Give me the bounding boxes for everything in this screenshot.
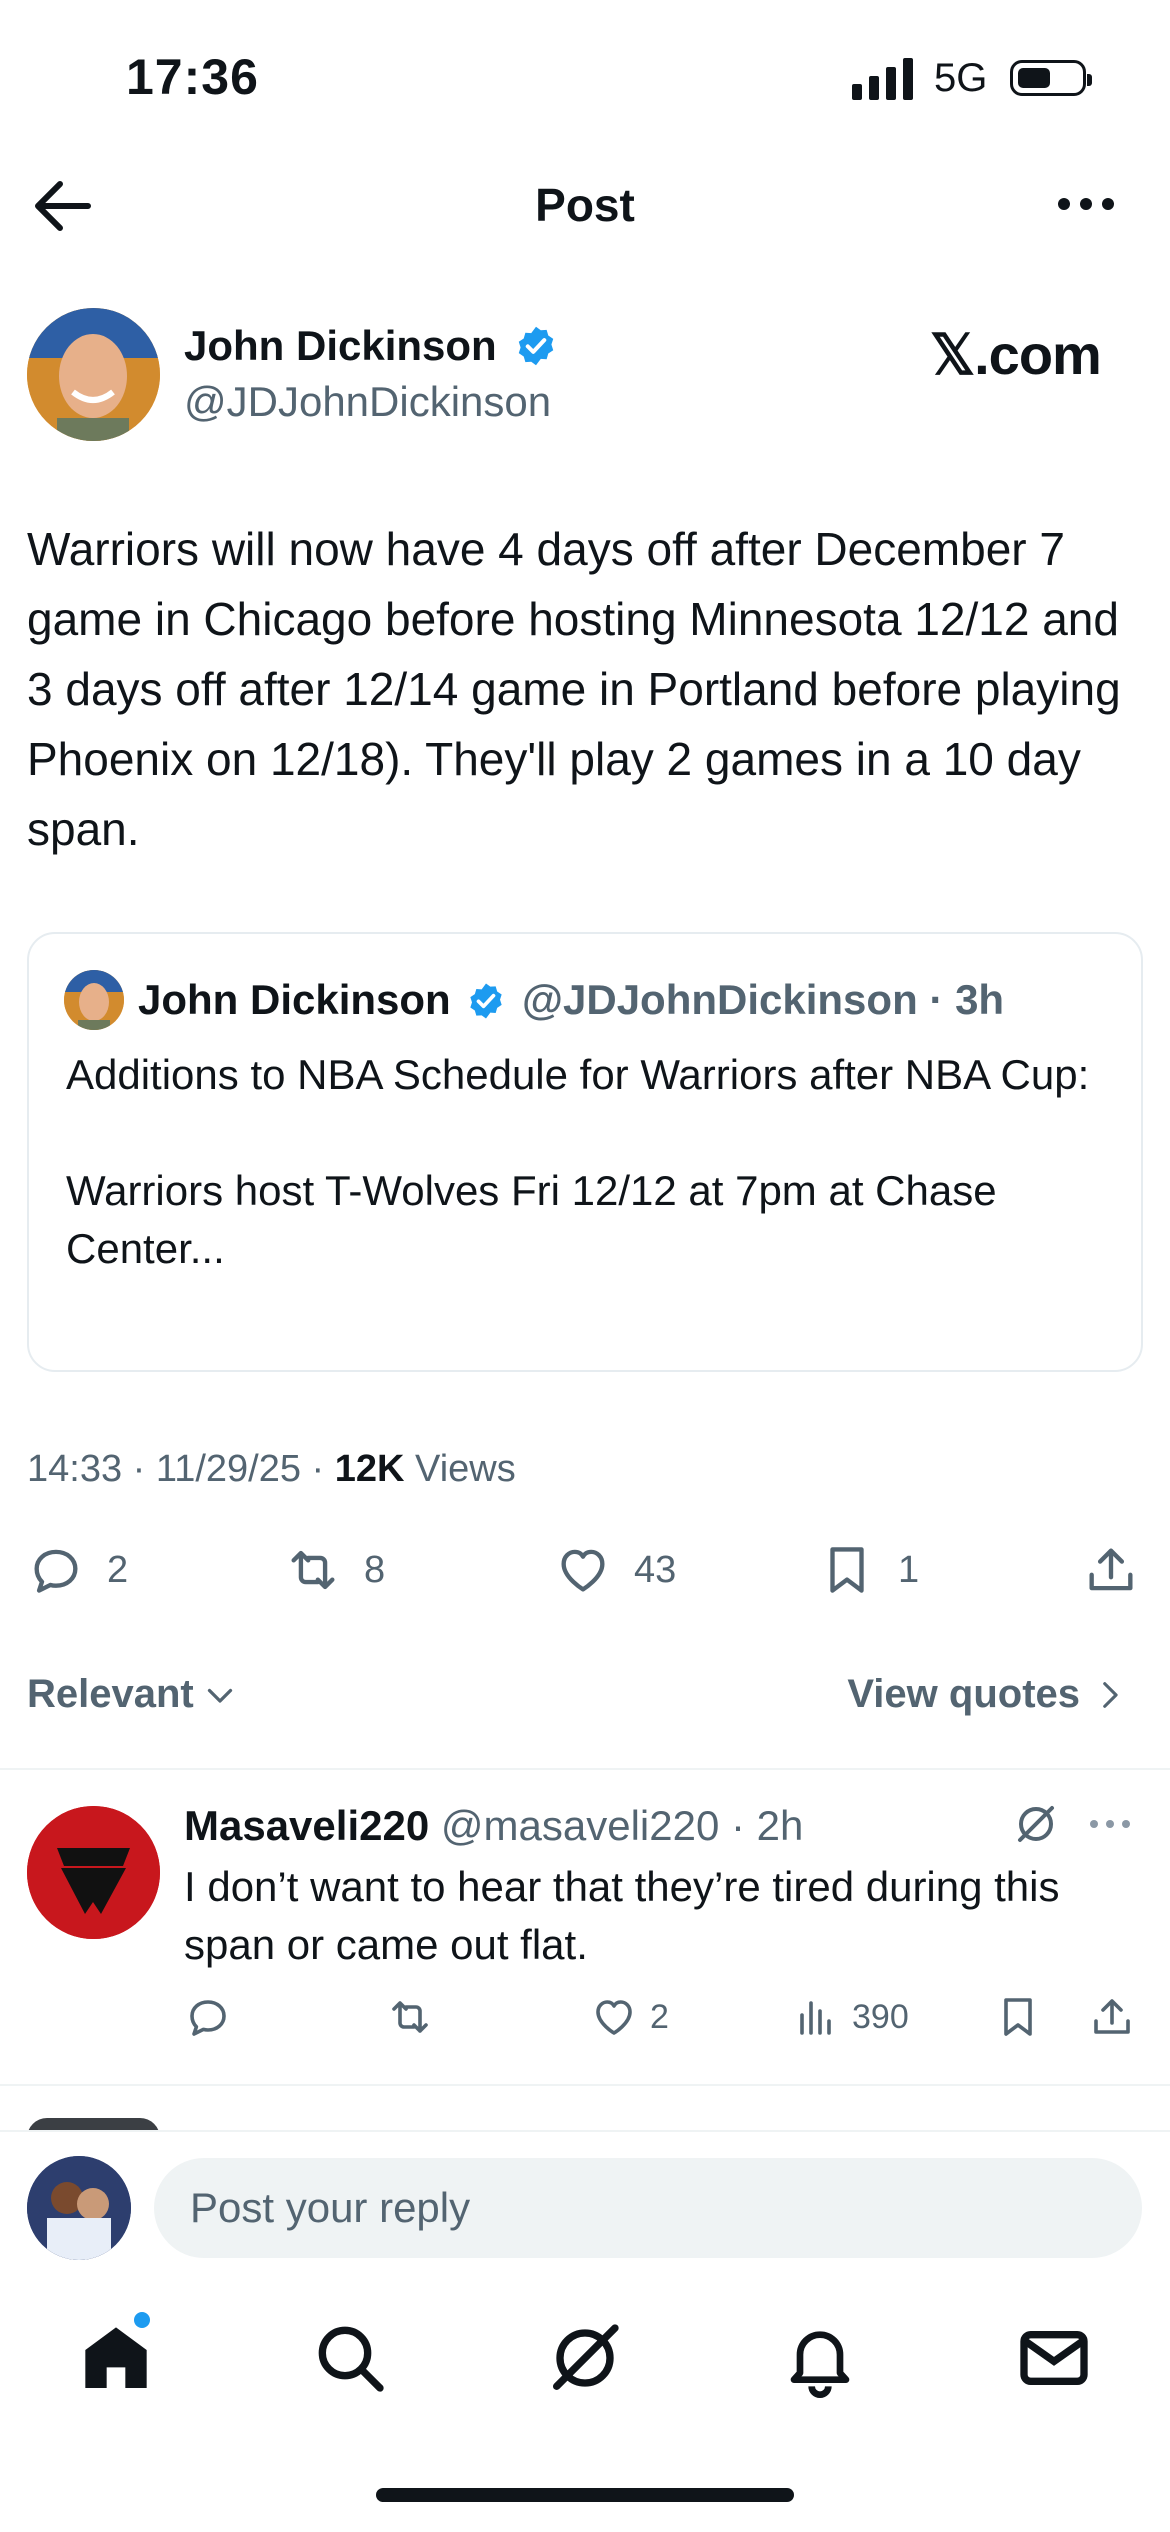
- source-label: 𝕏.com: [930, 323, 1102, 386]
- share-icon: [1089, 1548, 1133, 1591]
- reply-repost-button[interactable]: [386, 1992, 434, 2042]
- reply-input[interactable]: [154, 2158, 1142, 2258]
- notifications-bell-icon[interactable]: [780, 2318, 860, 2398]
- views-chart-icon: [800, 2001, 831, 2035]
- post-date: 11/29/25: [155, 1448, 301, 1490]
- chevron-right-icon: [1103, 1681, 1118, 1708]
- reply-reply-button[interactable]: [184, 1992, 232, 2042]
- status-time: 17:36: [126, 49, 259, 105]
- quoted-author-handle: @JDJohnDickinson: [522, 976, 918, 1023]
- separator-dot: ·: [917, 976, 956, 1023]
- reply-author-avatar[interactable]: [27, 1806, 160, 1939]
- reply-icon: [190, 2000, 226, 2036]
- quoted-author-line: John Dickinson @JDJohnDickinson · 3h: [138, 976, 1004, 1024]
- heart-icon: [596, 2000, 632, 2035]
- view-quotes-label: View quotes: [847, 1672, 1080, 1716]
- views-label: Views: [415, 1448, 516, 1490]
- quoted-author-avatar: [64, 970, 124, 1030]
- reply-bookmark-button[interactable]: [994, 1992, 1042, 2042]
- page-title: Post: [535, 179, 635, 231]
- quoted-author-name: John Dickinson: [138, 976, 451, 1023]
- messages-envelope-icon[interactable]: [1014, 2318, 1094, 2398]
- grok-icon[interactable]: [1012, 1800, 1060, 1848]
- quoted-post-time: 3h: [955, 976, 1005, 1023]
- verified-badge-icon: [470, 983, 503, 1019]
- post-meta: 14:33 · 11/29/25 · 12K Views: [27, 1448, 516, 1490]
- home-indicator[interactable]: [376, 2488, 794, 2502]
- author-name-text: John Dickinson: [184, 322, 497, 369]
- reply-like-button[interactable]: 2: [590, 1992, 669, 2042]
- reply-author-handle[interactable]: @masaveli220: [441, 1802, 719, 1849]
- reply-time: 2h: [756, 1802, 804, 1849]
- sort-relevant-dropdown[interactable]: Relevant: [27, 1672, 238, 1717]
- author-handle[interactable]: @JDJohnDickinson: [184, 378, 551, 426]
- verified-badge-icon: [519, 326, 554, 366]
- like-count: 43: [634, 1548, 677, 1591]
- more-options-icon[interactable]: [1056, 194, 1116, 214]
- search-icon[interactable]: [310, 2318, 390, 2398]
- reply-author-line: Masaveli220 @masaveli220 · 2h: [184, 1802, 803, 1850]
- reply-button[interactable]: 2: [27, 1540, 128, 1600]
- reply-count: 2: [107, 1548, 129, 1591]
- home-icon[interactable]: [76, 2318, 156, 2398]
- view-quotes-link[interactable]: View quotes: [847, 1672, 1126, 1717]
- back-arrow-icon[interactable]: [32, 180, 92, 232]
- bookmark-icon: [1004, 1998, 1032, 2036]
- repost-count: 8: [364, 1548, 386, 1591]
- reply-icon: [34, 1549, 78, 1593]
- heart-icon: [561, 1549, 605, 1592]
- repost-icon: [291, 1550, 335, 1590]
- grok-icon[interactable]: [545, 2318, 625, 2398]
- like-button[interactable]: 43: [554, 1540, 676, 1600]
- reply-author-name[interactable]: Masaveli220: [184, 1802, 429, 1849]
- divider: [0, 1768, 1170, 1770]
- share-button[interactable]: [1082, 1540, 1140, 1600]
- bookmark-button[interactable]: 1: [818, 1540, 919, 1600]
- divider: [0, 2084, 1170, 2086]
- bookmark-count: 1: [898, 1548, 920, 1591]
- views-count: 12K: [334, 1448, 405, 1490]
- reply-text: I don’t want to hear that they’re tired …: [184, 1863, 1060, 1968]
- bookmark-icon: [830, 1547, 864, 1593]
- separator-dot: ·: [719, 1802, 757, 1849]
- repost-icon: [392, 2001, 428, 2033]
- post-text: Warriors will now have 4 days off after …: [27, 523, 1121, 855]
- author-avatar[interactable]: [27, 308, 160, 441]
- repost-button[interactable]: 8: [284, 1540, 385, 1600]
- reply-share-button[interactable]: [1088, 1992, 1136, 2042]
- notification-dot: [134, 2312, 150, 2328]
- post-time: 14:33: [27, 1448, 123, 1490]
- reply-more-icon[interactable]: [1086, 1814, 1134, 1834]
- my-avatar[interactable]: [27, 2156, 131, 2260]
- chevron-down-icon: [207, 1688, 232, 1703]
- share-icon: [1094, 1999, 1130, 2034]
- reply-views-count: 390: [852, 1997, 909, 2036]
- sort-label: Relevant: [27, 1672, 194, 1716]
- signal-icon: [852, 58, 913, 100]
- reply-views-button[interactable]: 390: [792, 1992, 909, 2042]
- author-name[interactable]: John Dickinson: [184, 322, 558, 370]
- battery-icon: [1010, 60, 1092, 96]
- reply-like-count: 2: [650, 1997, 669, 2036]
- quoted-post-text: Additions to NBA Schedule for Warriors a…: [66, 1051, 1090, 1272]
- network-label: 5G: [934, 56, 988, 100]
